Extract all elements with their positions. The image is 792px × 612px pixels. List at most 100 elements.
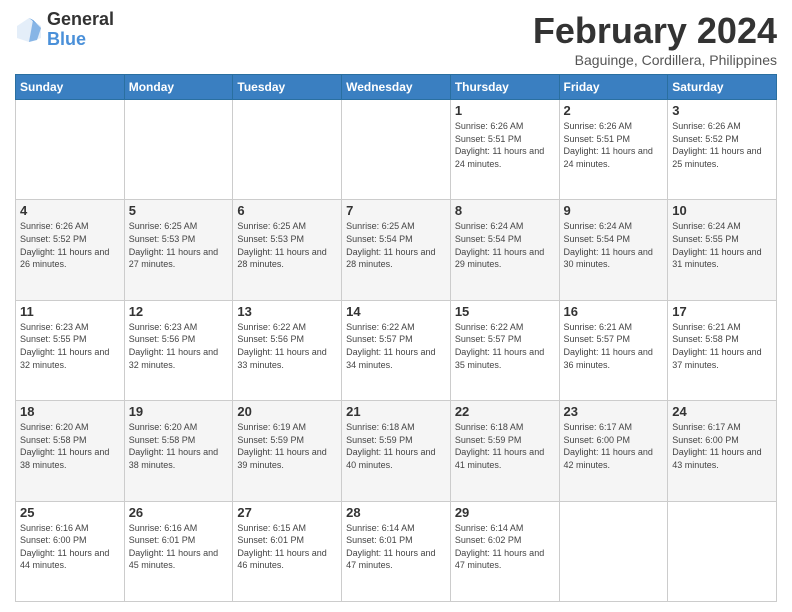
calendar-cell xyxy=(559,501,668,601)
day-info: Sunrise: 6:16 AM Sunset: 6:01 PM Dayligh… xyxy=(129,522,229,572)
day-number: 14 xyxy=(346,304,446,319)
calendar-cell: 8 Sunrise: 6:24 AM Sunset: 5:54 PM Daylig… xyxy=(450,200,559,300)
day-info: Sunrise: 6:24 AM Sunset: 5:55 PM Dayligh… xyxy=(672,220,772,270)
calendar-cell: 15Sunrise: 6:22 AM Sunset: 5:57 PM Dayli… xyxy=(450,300,559,400)
day-info: Sunrise: 6:15 AM Sunset: 6:01 PM Dayligh… xyxy=(237,522,337,572)
weekday-header-thursday: Thursday xyxy=(450,75,559,100)
day-info: Sunrise: 6:14 AM Sunset: 6:01 PM Dayligh… xyxy=(346,522,446,572)
day-info: Sunrise: 6:26 AM Sunset: 5:51 PM Dayligh… xyxy=(564,120,664,170)
day-number: 13 xyxy=(237,304,337,319)
day-number: 16 xyxy=(564,304,664,319)
day-info: Sunrise: 6:22 AM Sunset: 5:57 PM Dayligh… xyxy=(346,321,446,371)
calendar-cell: 6 Sunrise: 6:25 AM Sunset: 5:53 PM Daylig… xyxy=(233,200,342,300)
day-number: 2 xyxy=(564,103,664,118)
day-number: 17 xyxy=(672,304,772,319)
day-number: 20 xyxy=(237,404,337,419)
calendar-cell: 11Sunrise: 6:23 AM Sunset: 5:55 PM Dayli… xyxy=(16,300,125,400)
day-info: Sunrise: 6:17 AM Sunset: 6:00 PM Dayligh… xyxy=(564,421,664,471)
logo: General Blue xyxy=(15,10,114,50)
calendar-cell: 23 Sunrise: 6:17 AM Sunset: 6:00 PM Dayli… xyxy=(559,401,668,501)
header: General Blue February 2024 Baguinge, Cor… xyxy=(15,10,777,68)
week-row-1: 1 Sunrise: 6:26 AM Sunset: 5:51 PM Daylig… xyxy=(16,100,777,200)
day-number: 23 xyxy=(564,404,664,419)
week-row-5: 25 Sunrise: 6:16 AM Sunset: 6:00 PM Dayli… xyxy=(16,501,777,601)
day-number: 1 xyxy=(455,103,555,118)
day-number: 9 xyxy=(564,203,664,218)
day-info: Sunrise: 6:25 AM Sunset: 5:53 PM Dayligh… xyxy=(237,220,337,270)
weekday-header-sunday: Sunday xyxy=(16,75,125,100)
calendar-cell xyxy=(124,100,233,200)
calendar-title: February 2024 xyxy=(533,10,777,52)
calendar-cell: 28 Sunrise: 6:14 AM Sunset: 6:01 PM Dayli… xyxy=(342,501,451,601)
day-number: 4 xyxy=(20,203,120,218)
calendar-cell: 2 Sunrise: 6:26 AM Sunset: 5:51 PM Daylig… xyxy=(559,100,668,200)
day-number: 25 xyxy=(20,505,120,520)
day-info: Sunrise: 6:23 AM Sunset: 5:56 PM Dayligh… xyxy=(129,321,229,371)
day-number: 3 xyxy=(672,103,772,118)
day-info: Sunrise: 6:18 AM Sunset: 5:59 PM Dayligh… xyxy=(346,421,446,471)
logo-general: General xyxy=(47,10,114,30)
day-info: Sunrise: 6:16 AM Sunset: 6:00 PM Dayligh… xyxy=(20,522,120,572)
day-info: Sunrise: 6:18 AM Sunset: 5:59 PM Dayligh… xyxy=(455,421,555,471)
day-number: 12 xyxy=(129,304,229,319)
day-info: Sunrise: 6:25 AM Sunset: 5:53 PM Dayligh… xyxy=(129,220,229,270)
day-number: 18 xyxy=(20,404,120,419)
calendar-cell: 10 Sunrise: 6:24 AM Sunset: 5:55 PM Dayli… xyxy=(668,200,777,300)
day-number: 27 xyxy=(237,505,337,520)
day-info: Sunrise: 6:26 AM Sunset: 5:52 PM Dayligh… xyxy=(672,120,772,170)
calendar-cell: 17 Sunrise: 6:21 AM Sunset: 5:58 PM Dayli… xyxy=(668,300,777,400)
day-number: 24 xyxy=(672,404,772,419)
calendar-cell: 20 Sunrise: 6:19 AM Sunset: 5:59 PM Dayli… xyxy=(233,401,342,501)
calendar-cell: 7 Sunrise: 6:25 AM Sunset: 5:54 PM Daylig… xyxy=(342,200,451,300)
calendar-cell: 9 Sunrise: 6:24 AM Sunset: 5:54 PM Daylig… xyxy=(559,200,668,300)
calendar-cell: 16 Sunrise: 6:21 AM Sunset: 5:57 PM Dayli… xyxy=(559,300,668,400)
day-info: Sunrise: 6:17 AM Sunset: 6:00 PM Dayligh… xyxy=(672,421,772,471)
day-number: 7 xyxy=(346,203,446,218)
day-number: 6 xyxy=(237,203,337,218)
weekday-header-tuesday: Tuesday xyxy=(233,75,342,100)
weekday-header-saturday: Saturday xyxy=(668,75,777,100)
week-row-3: 11Sunrise: 6:23 AM Sunset: 5:55 PM Dayli… xyxy=(16,300,777,400)
day-info: Sunrise: 6:24 AM Sunset: 5:54 PM Dayligh… xyxy=(455,220,555,270)
logo-blue: Blue xyxy=(47,30,114,50)
day-number: 21 xyxy=(346,404,446,419)
calendar-cell: 27 Sunrise: 6:15 AM Sunset: 6:01 PM Dayli… xyxy=(233,501,342,601)
day-info: Sunrise: 6:21 AM Sunset: 5:57 PM Dayligh… xyxy=(564,321,664,371)
calendar-cell: 5 Sunrise: 6:25 AM Sunset: 5:53 PM Daylig… xyxy=(124,200,233,300)
day-number: 28 xyxy=(346,505,446,520)
calendar-cell: 13 Sunrise: 6:22 AM Sunset: 5:56 PM Dayli… xyxy=(233,300,342,400)
title-block: February 2024 Baguinge, Cordillera, Phil… xyxy=(533,10,777,68)
day-info: Sunrise: 6:25 AM Sunset: 5:54 PM Dayligh… xyxy=(346,220,446,270)
weekday-header-wednesday: Wednesday xyxy=(342,75,451,100)
day-info: Sunrise: 6:20 AM Sunset: 5:58 PM Dayligh… xyxy=(129,421,229,471)
day-info: Sunrise: 6:26 AM Sunset: 5:51 PM Dayligh… xyxy=(455,120,555,170)
calendar-cell xyxy=(233,100,342,200)
day-number: 26 xyxy=(129,505,229,520)
day-number: 5 xyxy=(129,203,229,218)
day-info: Sunrise: 6:22 AM Sunset: 5:56 PM Dayligh… xyxy=(237,321,337,371)
day-number: 29 xyxy=(455,505,555,520)
day-number: 10 xyxy=(672,203,772,218)
day-number: 19 xyxy=(129,404,229,419)
day-info: Sunrise: 6:26 AM Sunset: 5:52 PM Dayligh… xyxy=(20,220,120,270)
calendar-cell: 24 Sunrise: 6:17 AM Sunset: 6:00 PM Dayli… xyxy=(668,401,777,501)
day-info: Sunrise: 6:23 AM Sunset: 5:55 PM Dayligh… xyxy=(20,321,120,371)
day-info: Sunrise: 6:14 AM Sunset: 6:02 PM Dayligh… xyxy=(455,522,555,572)
day-info: Sunrise: 6:19 AM Sunset: 5:59 PM Dayligh… xyxy=(237,421,337,471)
day-number: 22 xyxy=(455,404,555,419)
calendar-cell: 29 Sunrise: 6:14 AM Sunset: 6:02 PM Dayli… xyxy=(450,501,559,601)
calendar-location: Baguinge, Cordillera, Philippines xyxy=(533,52,777,68)
weekday-header-monday: Monday xyxy=(124,75,233,100)
page: General Blue February 2024 Baguinge, Cor… xyxy=(0,0,792,612)
calendar-cell xyxy=(668,501,777,601)
week-row-2: 4 Sunrise: 6:26 AM Sunset: 5:52 PM Daylig… xyxy=(16,200,777,300)
calendar-cell: 3 Sunrise: 6:26 AM Sunset: 5:52 PM Daylig… xyxy=(668,100,777,200)
weekday-header-row: SundayMondayTuesdayWednesdayThursdayFrid… xyxy=(16,75,777,100)
day-info: Sunrise: 6:24 AM Sunset: 5:54 PM Dayligh… xyxy=(564,220,664,270)
weekday-header-friday: Friday xyxy=(559,75,668,100)
day-info: Sunrise: 6:20 AM Sunset: 5:58 PM Dayligh… xyxy=(20,421,120,471)
calendar-cell: 21 Sunrise: 6:18 AM Sunset: 5:59 PM Dayli… xyxy=(342,401,451,501)
day-number: 8 xyxy=(455,203,555,218)
day-info: Sunrise: 6:21 AM Sunset: 5:58 PM Dayligh… xyxy=(672,321,772,371)
calendar-cell: 18 Sunrise: 6:20 AM Sunset: 5:58 PM Dayli… xyxy=(16,401,125,501)
